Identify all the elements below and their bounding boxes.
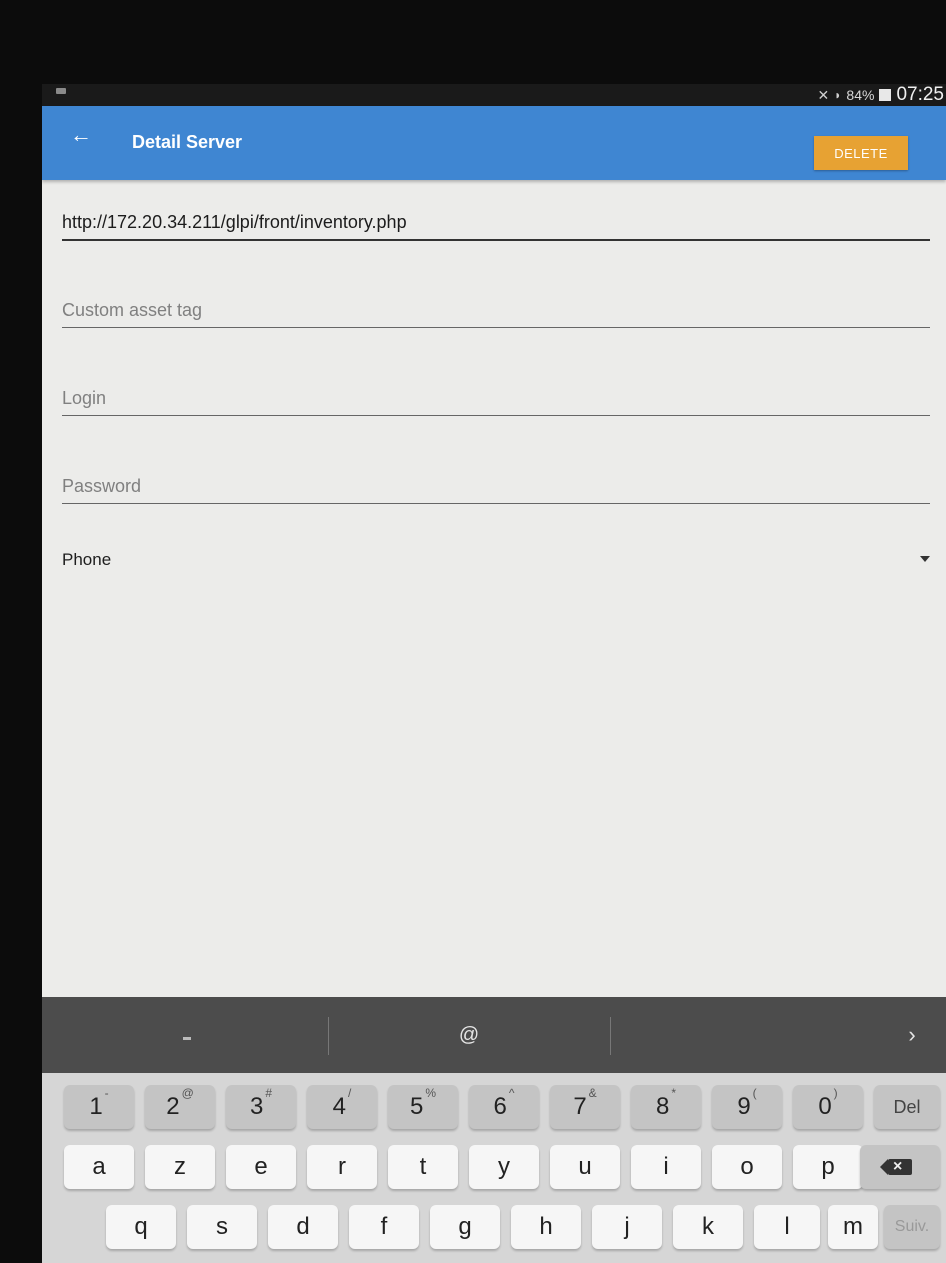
clock: 07:25 xyxy=(896,84,944,105)
key-4[interactable]: 4/ xyxy=(307,1085,377,1129)
key-y[interactable]: y xyxy=(469,1145,539,1189)
suggestion-dash[interactable] xyxy=(42,997,327,1073)
key-z[interactable]: z xyxy=(145,1145,215,1189)
key-8[interactable]: 8 * xyxy=(631,1085,701,1129)
key-9[interactable]: 9( xyxy=(712,1085,782,1129)
key-1[interactable]: 1- xyxy=(64,1085,134,1129)
key-r[interactable]: r xyxy=(307,1145,377,1189)
key-label: 8 xyxy=(655,1093,670,1120)
key-alt: ^ xyxy=(508,1086,515,1100)
login-placeholder: Login xyxy=(62,388,107,408)
suggestion-at[interactable]: @ xyxy=(329,997,609,1073)
key-label: 6 xyxy=(493,1093,507,1120)
login-field[interactable]: Login xyxy=(62,388,930,416)
custom-asset-tag-placeholder: Custom asset tag xyxy=(62,300,203,320)
key-l[interactable]: l xyxy=(754,1205,820,1249)
key-i[interactable]: i xyxy=(631,1145,701,1189)
key-j[interactable]: j xyxy=(592,1205,662,1249)
password-placeholder: Password xyxy=(62,476,142,496)
key-2[interactable]: 2 @ xyxy=(145,1085,215,1129)
custom-asset-tag-field[interactable]: Custom asset tag xyxy=(62,300,930,328)
keyboard-suggestion-bar: @ › xyxy=(42,997,946,1073)
next-key[interactable]: Suiv. xyxy=(884,1205,940,1249)
key-label: 2 xyxy=(166,1093,180,1120)
key-label: 3 xyxy=(249,1093,264,1120)
backspace-icon xyxy=(880,1155,912,1179)
chevron-right-icon[interactable]: › xyxy=(892,997,932,1073)
key-0[interactable]: 0) xyxy=(793,1085,863,1129)
key-d[interactable]: d xyxy=(268,1205,338,1249)
key-s[interactable]: s xyxy=(187,1205,257,1249)
key-del[interactable]: Del xyxy=(874,1085,940,1129)
backspace-key[interactable] xyxy=(860,1145,940,1189)
arrow-left-icon[interactable]: ← xyxy=(66,120,96,150)
wifi-icon: ◗ xyxy=(834,88,842,102)
key-alt: ( xyxy=(752,1086,757,1100)
password-field[interactable]: Password xyxy=(62,476,930,504)
key-h[interactable]: h xyxy=(511,1205,581,1249)
key-alt: * xyxy=(671,1086,677,1100)
key-a[interactable]: a xyxy=(64,1145,134,1189)
key-alt: @ xyxy=(181,1086,194,1100)
key-k[interactable]: k xyxy=(673,1205,743,1249)
key-3[interactable]: 3 # xyxy=(226,1085,296,1129)
suggestion-apostrophe[interactable] xyxy=(611,997,901,1073)
mute-icon: ✕ xyxy=(817,86,830,103)
key-7[interactable]: 7 & xyxy=(550,1085,620,1129)
battery-icon xyxy=(879,89,892,101)
device-screen: ✕ ◗ 84% 07:25 ← Detail Server DELETE htt… xyxy=(42,84,946,1263)
device-type-dropdown[interactable]: Phone xyxy=(62,550,930,576)
key-q[interactable]: q xyxy=(106,1205,176,1249)
key-f[interactable]: f xyxy=(349,1205,419,1249)
key-6[interactable]: 6 ^ xyxy=(469,1085,539,1129)
page-title: Detail Server xyxy=(132,132,243,152)
key-o[interactable]: o xyxy=(712,1145,782,1189)
app-toolbar: ← Detail Server DELETE xyxy=(42,106,946,180)
key-label: 7 xyxy=(573,1093,587,1120)
key-alt: # xyxy=(265,1086,273,1100)
server-url-value: http://172.20.34.211/glpi/front/inventor… xyxy=(62,212,407,232)
key-g[interactable]: g xyxy=(430,1205,500,1249)
dash-glyph xyxy=(183,1037,191,1040)
server-url-field[interactable]: http://172.20.34.211/glpi/front/inventor… xyxy=(62,212,930,241)
key-label: 0 xyxy=(818,1093,832,1120)
key-label: 9 xyxy=(737,1093,751,1120)
delete-button[interactable]: DELETE xyxy=(814,136,908,170)
key-alt: - xyxy=(104,1086,109,1100)
key-p[interactable]: p xyxy=(793,1145,863,1189)
key-label: 5 xyxy=(409,1093,424,1120)
key-e[interactable]: e xyxy=(226,1145,296,1189)
notification-indicator xyxy=(56,88,66,94)
battery-percent: 84% xyxy=(846,87,875,103)
key-5[interactable]: 5% xyxy=(388,1085,458,1129)
key-u[interactable]: u xyxy=(550,1145,620,1189)
key-m[interactable]: m xyxy=(828,1205,878,1249)
keyboard: 1- 2 @ 3 # 4/ 5% 6 ^ 7 & 8 * 9( 0) Del a z e … xyxy=(42,1073,946,1263)
key-label: 4 xyxy=(332,1093,346,1120)
key-alt: & xyxy=(588,1086,597,1100)
key-alt: / xyxy=(348,1086,352,1100)
dropdown-arrow-icon xyxy=(920,556,930,562)
key-alt: ) xyxy=(833,1086,838,1100)
device-type-value: Phone xyxy=(62,550,112,569)
status-bar: ✕ ◗ 84% 07:25 xyxy=(42,84,946,106)
key-alt: % xyxy=(425,1086,437,1100)
key-t[interactable]: t xyxy=(388,1145,458,1189)
key-label: 1 xyxy=(89,1093,103,1120)
